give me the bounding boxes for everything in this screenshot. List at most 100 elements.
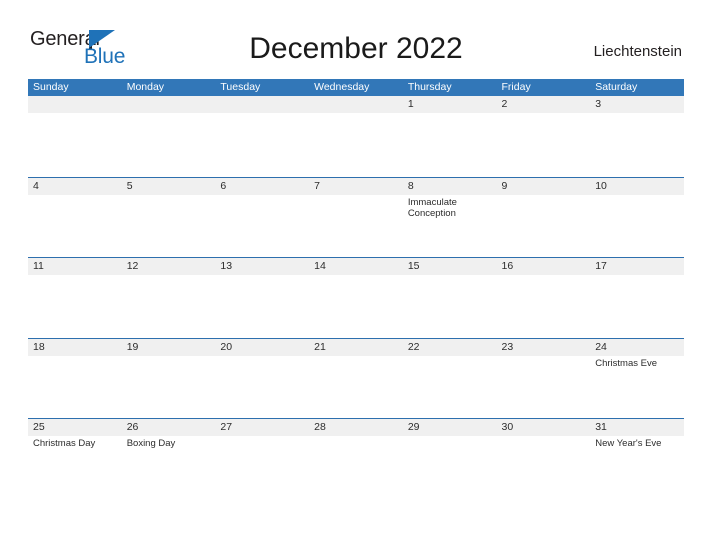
day-cell[interactable]: 20: [215, 339, 309, 419]
day-cell[interactable]: 22: [403, 339, 497, 419]
day-events: Christmas Day: [33, 436, 122, 450]
day-number: 31: [595, 421, 607, 433]
day-cell-empty: [122, 96, 216, 177]
calendar-week-row: 4 5 6 7 8 Immaculate Conception 9 10: [28, 176, 684, 258]
dow-thursday: Thursday: [407, 81, 452, 93]
day-cell[interactable]: 26 Boxing Day: [122, 419, 216, 499]
day-number: [127, 96, 216, 113]
day-number: 20: [220, 340, 233, 353]
day-cell[interactable]: 16: [497, 258, 591, 338]
day-number: 7: [314, 179, 320, 192]
day-number: 5: [126, 179, 133, 192]
day-number: 17: [595, 260, 607, 272]
week-cells: 4 5 6 7 8 Immaculate Conception 9 10: [28, 178, 684, 258]
day-cell[interactable]: 31 New Year's Eve: [590, 419, 684, 499]
day-cell[interactable]: 7: [309, 178, 403, 258]
day-cell[interactable]: 25 Christmas Day: [28, 419, 122, 499]
day-number: 19: [126, 340, 139, 353]
day-cell[interactable]: 21: [309, 339, 403, 419]
day-cell[interactable]: 15: [403, 258, 497, 338]
day-number: [314, 96, 403, 113]
day-number: 29: [407, 421, 420, 433]
holiday-label: New Year's Eve: [595, 438, 662, 449]
day-number: 24: [595, 340, 607, 353]
day-cell[interactable]: 10: [590, 178, 684, 258]
day-number: 2: [501, 98, 508, 110]
day-cell[interactable]: 18: [28, 339, 122, 419]
day-cell[interactable]: 13: [215, 258, 309, 338]
day-number: 13: [220, 260, 233, 272]
day-number: 9: [501, 179, 508, 192]
day-cell[interactable]: 27: [215, 419, 309, 499]
day-cell[interactable]: 4: [28, 178, 122, 258]
calendar-grid: Sunday Monday Tuesday Wednesday Thursday…: [28, 79, 684, 499]
day-number: 22: [407, 340, 420, 353]
day-number: 28: [314, 421, 326, 433]
day-events: Immaculate Conception: [408, 195, 497, 220]
day-number: 6: [220, 179, 227, 192]
country-label: Liechtenstein: [593, 43, 682, 60]
week-cells: 18 19 20 21 22 23 24 Christmas Eve: [28, 339, 684, 419]
dow-saturday: Saturday: [595, 81, 638, 93]
day-cell[interactable]: 1: [403, 96, 497, 177]
day-number: 25: [33, 421, 45, 433]
day-cell[interactable]: 8 Immaculate Conception: [403, 178, 497, 258]
dow-monday: Monday: [126, 81, 165, 93]
day-cell[interactable]: 11: [28, 258, 122, 338]
holiday-label: Immaculate Conception: [407, 196, 457, 220]
day-number: 14: [314, 260, 326, 272]
page-header: General Blue December 2022 Liechtenstein: [0, 0, 712, 76]
day-cell-empty: [215, 96, 309, 177]
day-number: 21: [314, 340, 326, 353]
dow-sunday: Sunday: [33, 81, 69, 93]
day-number: 10: [595, 179, 607, 192]
day-number: [220, 96, 309, 113]
day-number: 15: [407, 260, 420, 272]
day-of-week-header-row: Sunday Monday Tuesday Wednesday Thursday…: [28, 79, 684, 96]
day-cell[interactable]: 2: [497, 96, 591, 177]
day-cell[interactable]: 12: [122, 258, 216, 338]
day-cell[interactable]: 3: [590, 96, 684, 177]
day-number: [33, 96, 122, 113]
day-cell[interactable]: 17: [590, 258, 684, 338]
calendar-weeks: 1 2 3 4 5 6 7 8 Immaculate Conception 9 10 11 12 13 14…: [28, 96, 684, 499]
day-number: 16: [501, 260, 514, 272]
holiday-label: Christmas Eve: [595, 357, 657, 369]
day-number: 11: [33, 260, 44, 272]
day-number: 26: [126, 421, 139, 433]
calendar-week-row: 11 12 13 14 15 16 17: [28, 257, 684, 338]
day-cell-empty: [309, 96, 403, 177]
day-cell[interactable]: 28: [309, 419, 403, 499]
day-cell[interactable]: 29: [403, 419, 497, 499]
day-number: 4: [33, 179, 39, 192]
day-events: Christmas Eve: [595, 356, 684, 370]
day-number: 18: [33, 340, 45, 353]
week-cells: 1 2 3: [28, 96, 684, 177]
dow-tuesday: Tuesday: [220, 81, 261, 93]
day-number: 12: [126, 260, 139, 272]
day-cell-empty: [28, 96, 122, 177]
day-cell[interactable]: 5: [122, 178, 216, 258]
day-cell[interactable]: 14: [309, 258, 403, 338]
holiday-label: Boxing Day: [126, 438, 176, 449]
dow-friday: Friday: [501, 81, 531, 93]
day-cell[interactable]: 19: [122, 339, 216, 419]
day-cell[interactable]: 6: [215, 178, 309, 258]
holiday-label: Christmas Day: [33, 438, 96, 449]
calendar-week-row: 18 19 20 21 22 23 24 Christmas Eve: [28, 337, 684, 419]
dow-wednesday: Wednesday: [314, 81, 370, 93]
calendar-page: General Blue December 2022 Liechtenstein…: [0, 0, 712, 550]
week-cells: 25 Christmas Day 26 Boxing Day 27 28 29 30 31 New…: [28, 419, 684, 499]
day-cell[interactable]: 23: [497, 339, 591, 419]
calendar-week-row: 1 2 3: [28, 96, 684, 177]
day-events: Boxing Day: [127, 436, 216, 450]
day-number: 3: [595, 98, 602, 110]
day-number: 23: [501, 340, 514, 353]
day-number: 27: [220, 421, 233, 433]
day-number: 30: [501, 421, 514, 433]
day-cell[interactable]: 24 Christmas Eve: [590, 339, 684, 419]
day-cell[interactable]: 9: [497, 178, 591, 258]
week-cells: 11 12 13 14 15 16 17: [28, 258, 684, 338]
day-events: New Year's Eve: [595, 436, 684, 450]
day-cell[interactable]: 30: [497, 419, 591, 499]
